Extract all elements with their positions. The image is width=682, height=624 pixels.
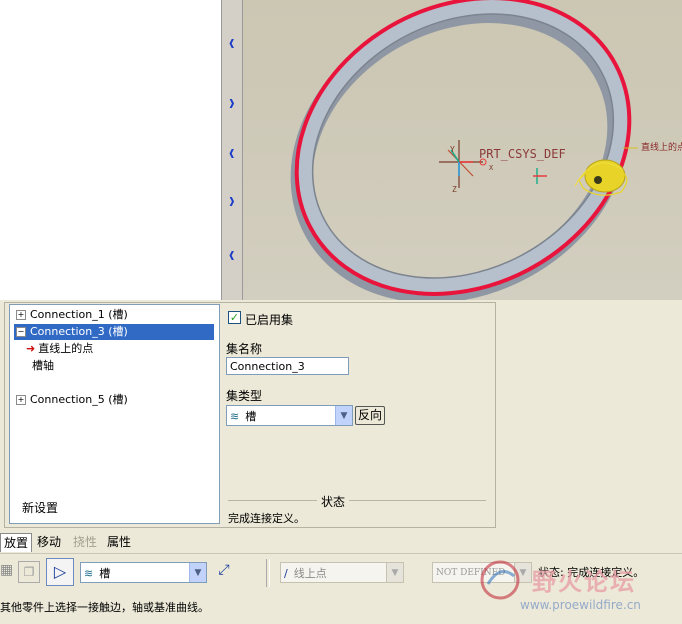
chevron-down-icon: ▼: [386, 563, 403, 582]
axis-x-label: X: [489, 164, 494, 172]
chevron-down-icon[interactable]: ▼: [189, 563, 206, 582]
tab-flexibility: 挠性: [73, 535, 98, 549]
connection-item[interactable]: + Connection_1 (槽): [16, 307, 128, 323]
tool-icon[interactable]: ▦: [0, 562, 14, 582]
graphics-viewport[interactable]: Y X Z PRT_CSYS_DEF 直线上的点: [243, 0, 682, 300]
connection-label: Connection_1 (槽): [30, 308, 128, 321]
splitter-arrow-icon: ❰: [228, 251, 236, 261]
model-tree-pane: [0, 0, 221, 300]
axis-z-label: Z: [452, 185, 457, 194]
copy-icon[interactable]: ❐: [18, 561, 40, 583]
connection-item[interactable]: + Connection_5 (槽): [16, 392, 128, 408]
constraint-value: 线上点: [293, 567, 327, 580]
constraint-label: 槽轴: [32, 359, 54, 372]
set-name-label: 集名称: [226, 342, 263, 356]
flip-icon[interactable]: ⤢: [214, 562, 234, 582]
red-arrow-icon: ➜: [26, 342, 36, 355]
tab-bar: 放置 移动 挠性 属性: [0, 531, 682, 553]
csys-label: PRT_CSYS_DEF: [479, 147, 566, 161]
splitter-arrow-icon: ❰: [228, 39, 236, 49]
pane-splitter[interactable]: ❰ ❱ ❰ ❱ ❰: [221, 0, 243, 300]
connection-label: Connection_3 (槽): [30, 325, 128, 338]
set-name-input[interactable]: Connection_3: [226, 357, 349, 375]
connection-label: Connection_5 (槽): [30, 393, 128, 406]
expand-icon[interactable]: +: [16, 395, 26, 405]
point-on-line-label: 直线上的点: [641, 141, 682, 153]
placement-marker-icon: [533, 168, 547, 184]
splitter-arrow-icon: ❰: [228, 149, 236, 159]
connection-list[interactable]: + Connection_1 (槽) − Connection_3 (槽) ➜ 直线上…: [9, 304, 220, 524]
slot-body-icon: [574, 159, 628, 196]
chevron-down-icon[interactable]: ▼: [335, 406, 352, 425]
set-type-dropdown[interactable]: ≋ 槽 ▼: [226, 405, 353, 426]
type-value: 槽: [99, 567, 111, 580]
status-text: 完成连接定义。: [228, 512, 305, 525]
constraint-item[interactable]: ➜ 直线上的点: [26, 341, 93, 357]
reverse-button[interactable]: 反向: [355, 406, 385, 425]
point-on-line-icon: ∕: [284, 567, 288, 580]
status-message: 其他零件上选择一接触边，轴或基准曲线。: [0, 601, 209, 614]
slot-icon: ≋: [84, 567, 94, 580]
expand-icon[interactable]: +: [16, 310, 26, 320]
status-heading: 状态: [317, 493, 350, 510]
connection-type-icon[interactable]: ▷: [46, 558, 74, 586]
constraint-item[interactable]: 槽轴: [32, 358, 54, 374]
toolbar-separator: [266, 559, 270, 587]
splitter-arrow-icon: ❱: [228, 197, 236, 207]
watermark-url: www.proewildfire.cn: [520, 598, 641, 612]
connection-type-dropdown[interactable]: ≋ 槽 ▼: [80, 562, 207, 583]
enable-set-checkbox[interactable]: ✓: [228, 311, 241, 324]
axis-y-label: Y: [450, 145, 455, 154]
slot-icon: ≋: [230, 410, 240, 423]
splitter-arrow-icon: ❱: [228, 99, 236, 109]
watermark-title: 野火论坛: [532, 568, 636, 596]
tab-properties[interactable]: 属性: [107, 533, 131, 551]
connection-item-selected[interactable]: − Connection_3 (槽): [14, 324, 214, 340]
model-scene: Y X Z PRT_CSYS_DEF 直线上的点: [290, 0, 682, 300]
set-type-label: 集类型: [226, 389, 263, 403]
status-divider: [228, 500, 486, 501]
collapse-icon[interactable]: −: [16, 327, 26, 337]
constraint-dropdown: ∕ 线上点 ▼: [280, 562, 404, 583]
constraint-label: 直线上的点: [38, 342, 94, 355]
set-type-value: 槽: [245, 410, 257, 423]
new-set-link[interactable]: 新设置: [22, 500, 58, 516]
tab-placement[interactable]: 放置: [0, 533, 32, 552]
tab-move[interactable]: 移动: [37, 533, 61, 551]
enable-set-label: 已启用集: [245, 313, 294, 327]
